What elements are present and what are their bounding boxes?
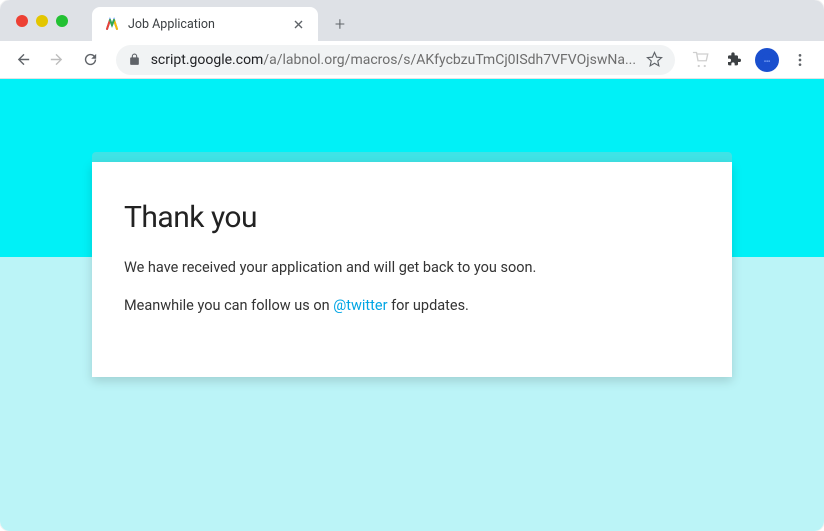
url-text: script.google.com/a/labnol.org/macros/s/… bbox=[151, 52, 636, 68]
browser-toolbar: script.google.com/a/labnol.org/macros/s/… bbox=[0, 41, 824, 79]
bookmark-star-icon[interactable] bbox=[646, 51, 663, 68]
confirmation-text: We have received your application and wi… bbox=[124, 257, 700, 279]
tab-favicon-icon bbox=[104, 16, 120, 32]
follow-text: Meanwhile you can follow us on @twitter … bbox=[124, 295, 700, 317]
window-controls bbox=[16, 15, 68, 27]
tab-close-icon[interactable] bbox=[290, 16, 306, 32]
url-domain: script.google.com bbox=[151, 52, 264, 68]
menu-dots-icon[interactable] bbox=[787, 46, 814, 74]
twitter-link[interactable]: @twitter bbox=[333, 297, 387, 314]
browser-tab-strip: Job Application + bbox=[0, 0, 824, 41]
profile-avatar[interactable]: ●●● bbox=[754, 46, 781, 74]
address-bar[interactable]: script.google.com/a/labnol.org/macros/s/… bbox=[116, 45, 675, 75]
window-maximize[interactable] bbox=[56, 15, 68, 27]
svg-text:●●●: ●●● bbox=[764, 58, 770, 62]
reload-button[interactable] bbox=[76, 46, 103, 74]
follow-text-before: Meanwhile you can follow us on bbox=[124, 297, 333, 314]
lock-icon bbox=[128, 53, 141, 66]
content-card: Thank you We have received your applicat… bbox=[92, 152, 732, 377]
card-accent-bar bbox=[92, 152, 732, 162]
card-body: Thank you We have received your applicat… bbox=[92, 162, 732, 377]
page-heading: Thank you bbox=[124, 200, 700, 235]
forward-button[interactable] bbox=[43, 46, 70, 74]
new-tab-button[interactable]: + bbox=[326, 10, 354, 38]
window-close[interactable] bbox=[16, 15, 28, 27]
shopping-icon[interactable] bbox=[687, 46, 714, 74]
avatar-icon: ●●● bbox=[755, 48, 779, 72]
url-path: /a/labnol.org/macros/s/AKfycbzuTmCj0ISdh… bbox=[263, 52, 636, 68]
tab-title: Job Application bbox=[128, 17, 290, 32]
extensions-icon[interactable] bbox=[720, 46, 747, 74]
page-viewport: Thank you We have received your applicat… bbox=[0, 79, 824, 531]
browser-tab[interactable]: Job Application bbox=[92, 7, 318, 41]
back-button[interactable] bbox=[10, 46, 37, 74]
window-minimize[interactable] bbox=[36, 15, 48, 27]
follow-text-after: for updates. bbox=[388, 297, 469, 314]
